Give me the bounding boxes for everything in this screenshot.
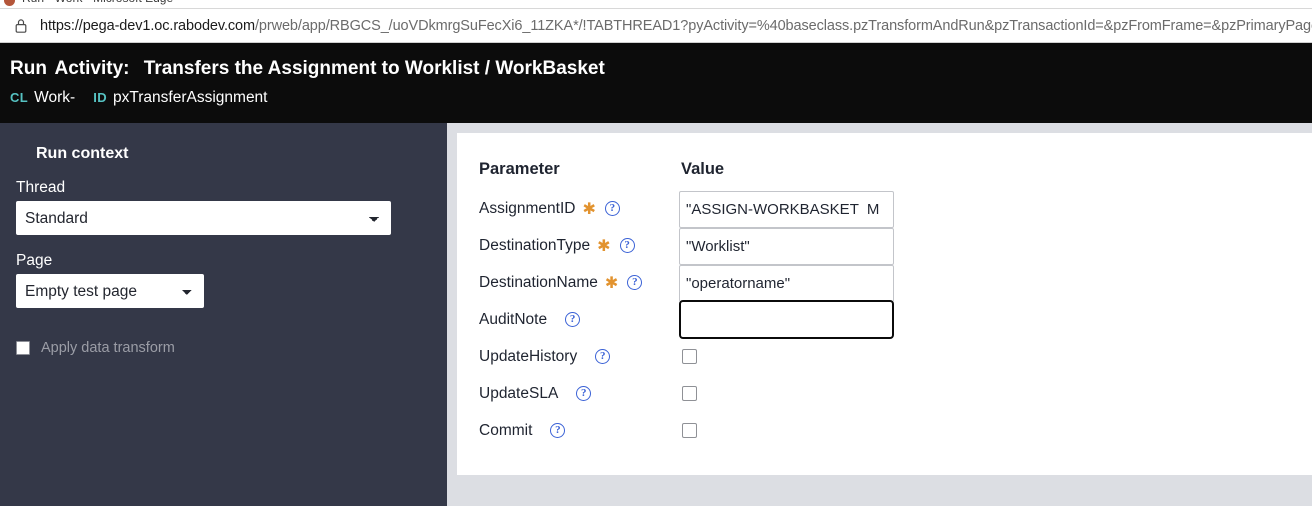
help-icon[interactable]: ?	[576, 386, 592, 401]
help-icon[interactable]: ?	[565, 312, 581, 327]
param-label-destinationtype: DestinationType ✱ ?	[479, 227, 679, 264]
param-label-assignmentid: AssignmentID ✱ ?	[479, 190, 679, 227]
help-icon[interactable]: ?	[627, 275, 643, 290]
param-name: DestinationName	[479, 273, 598, 291]
run-context-heading: Run context	[36, 145, 129, 162]
column-header-value: Value	[681, 160, 725, 178]
browser-tab-title[interactable]: Run - Work - Microsoft Edge	[22, 0, 173, 5]
param-label-updatesla: UpdateSLA ?	[479, 375, 679, 412]
destinationname-input[interactable]	[679, 264, 894, 302]
param-name: AssignmentID	[479, 199, 576, 217]
required-marker-icon: ✱	[597, 237, 611, 255]
id-key-label: ID	[93, 90, 107, 105]
main-area: Parameter Value AssignmentID ✱ ? Destina…	[447, 123, 1312, 506]
apply-data-transform-checkbox[interactable]	[16, 341, 30, 355]
rule-metadata: CL Work- ID pxTransferAssignment	[10, 85, 1312, 111]
assignmentid-input[interactable]	[679, 190, 894, 228]
class-value: Work-	[34, 89, 76, 106]
parameters-grid: Parameter Value AssignmentID ✱ ? Destina…	[479, 160, 1312, 449]
browser-tabstrip: Run - Work - Microsoft Edge	[0, 0, 1312, 9]
url-text[interactable]: https://pega-dev1.oc.rabodev.com/prweb/a…	[40, 18, 1312, 34]
apply-data-transform-label: Apply data transform	[41, 340, 175, 356]
param-label-destinationname: DestinationName ✱ ?	[479, 264, 679, 301]
auditnote-input[interactable]	[679, 300, 894, 339]
param-value-commit	[679, 412, 894, 449]
param-value-updatesla	[679, 375, 894, 412]
destinationtype-input[interactable]	[679, 227, 894, 265]
parameters-card: Parameter Value AssignmentID ✱ ? Destina…	[457, 133, 1312, 475]
param-value-assignmentid	[679, 190, 894, 228]
lock-icon[interactable]	[12, 16, 30, 36]
page-label: Page	[16, 252, 53, 269]
help-icon[interactable]: ?	[595, 349, 611, 364]
help-icon[interactable]: ?	[604, 201, 620, 216]
page-title: Run Activity: Transfers the Assignment t…	[10, 55, 1312, 83]
updatesla-checkbox[interactable]	[682, 386, 697, 401]
help-icon[interactable]: ?	[550, 423, 566, 438]
required-marker-icon: ✱	[604, 274, 619, 292]
apply-data-transform-row[interactable]: Apply data transform	[16, 340, 429, 356]
page-title-text: Transfers the Assignment to Worklist / W…	[143, 58, 605, 79]
param-name: UpdateSLA	[479, 384, 559, 402]
app-body: Run context Thread Standard Page Empty t…	[0, 123, 1312, 506]
url-path: /prweb/app/RBGCS_/uoVDkmrgSuFecXi6_11ZKA…	[254, 17, 1312, 34]
param-label-updatehistory: UpdateHistory ?	[479, 338, 679, 375]
id-value: pxTransferAssignment	[113, 89, 268, 106]
app-header: Run Activity: Transfers the Assignment t…	[0, 43, 1312, 123]
required-marker-icon: ✱	[582, 200, 596, 218]
help-icon[interactable]: ?	[619, 238, 635, 253]
browser-address-bar[interactable]: https://pega-dev1.oc.rabodev.com/prweb/a…	[0, 9, 1312, 43]
url-host: https://pega-dev1.oc.rabodev.com	[40, 17, 255, 34]
param-label-auditnote: AuditNote ?	[479, 301, 679, 338]
page-title-run: Run	[10, 58, 47, 79]
class-key-label: CL	[10, 90, 29, 105]
param-name: Commit	[479, 421, 533, 439]
run-context-sidebar: Run context Thread Standard Page Empty t…	[0, 123, 447, 506]
thread-select[interactable]: Standard	[16, 201, 391, 235]
page-select[interactable]: Empty test page	[16, 274, 204, 308]
param-value-destinationname	[679, 264, 894, 302]
column-header-parameter: Parameter	[479, 160, 560, 178]
param-value-updatehistory	[679, 338, 894, 375]
browser-chrome: Run - Work - Microsoft Edge https://pega…	[0, 0, 1312, 43]
param-value-auditnote	[679, 300, 894, 339]
param-name: AuditNote	[479, 310, 548, 328]
param-value-destinationtype	[679, 227, 894, 265]
updatehistory-checkbox[interactable]	[682, 349, 697, 364]
commit-checkbox[interactable]	[682, 423, 697, 438]
param-name: DestinationType	[479, 236, 591, 254]
param-label-commit: Commit ?	[479, 412, 679, 449]
page-title-kind: Activity:	[54, 58, 130, 79]
thread-label: Thread	[16, 179, 66, 196]
param-name: UpdateHistory	[479, 347, 578, 365]
tab-favicon	[4, 0, 15, 6]
